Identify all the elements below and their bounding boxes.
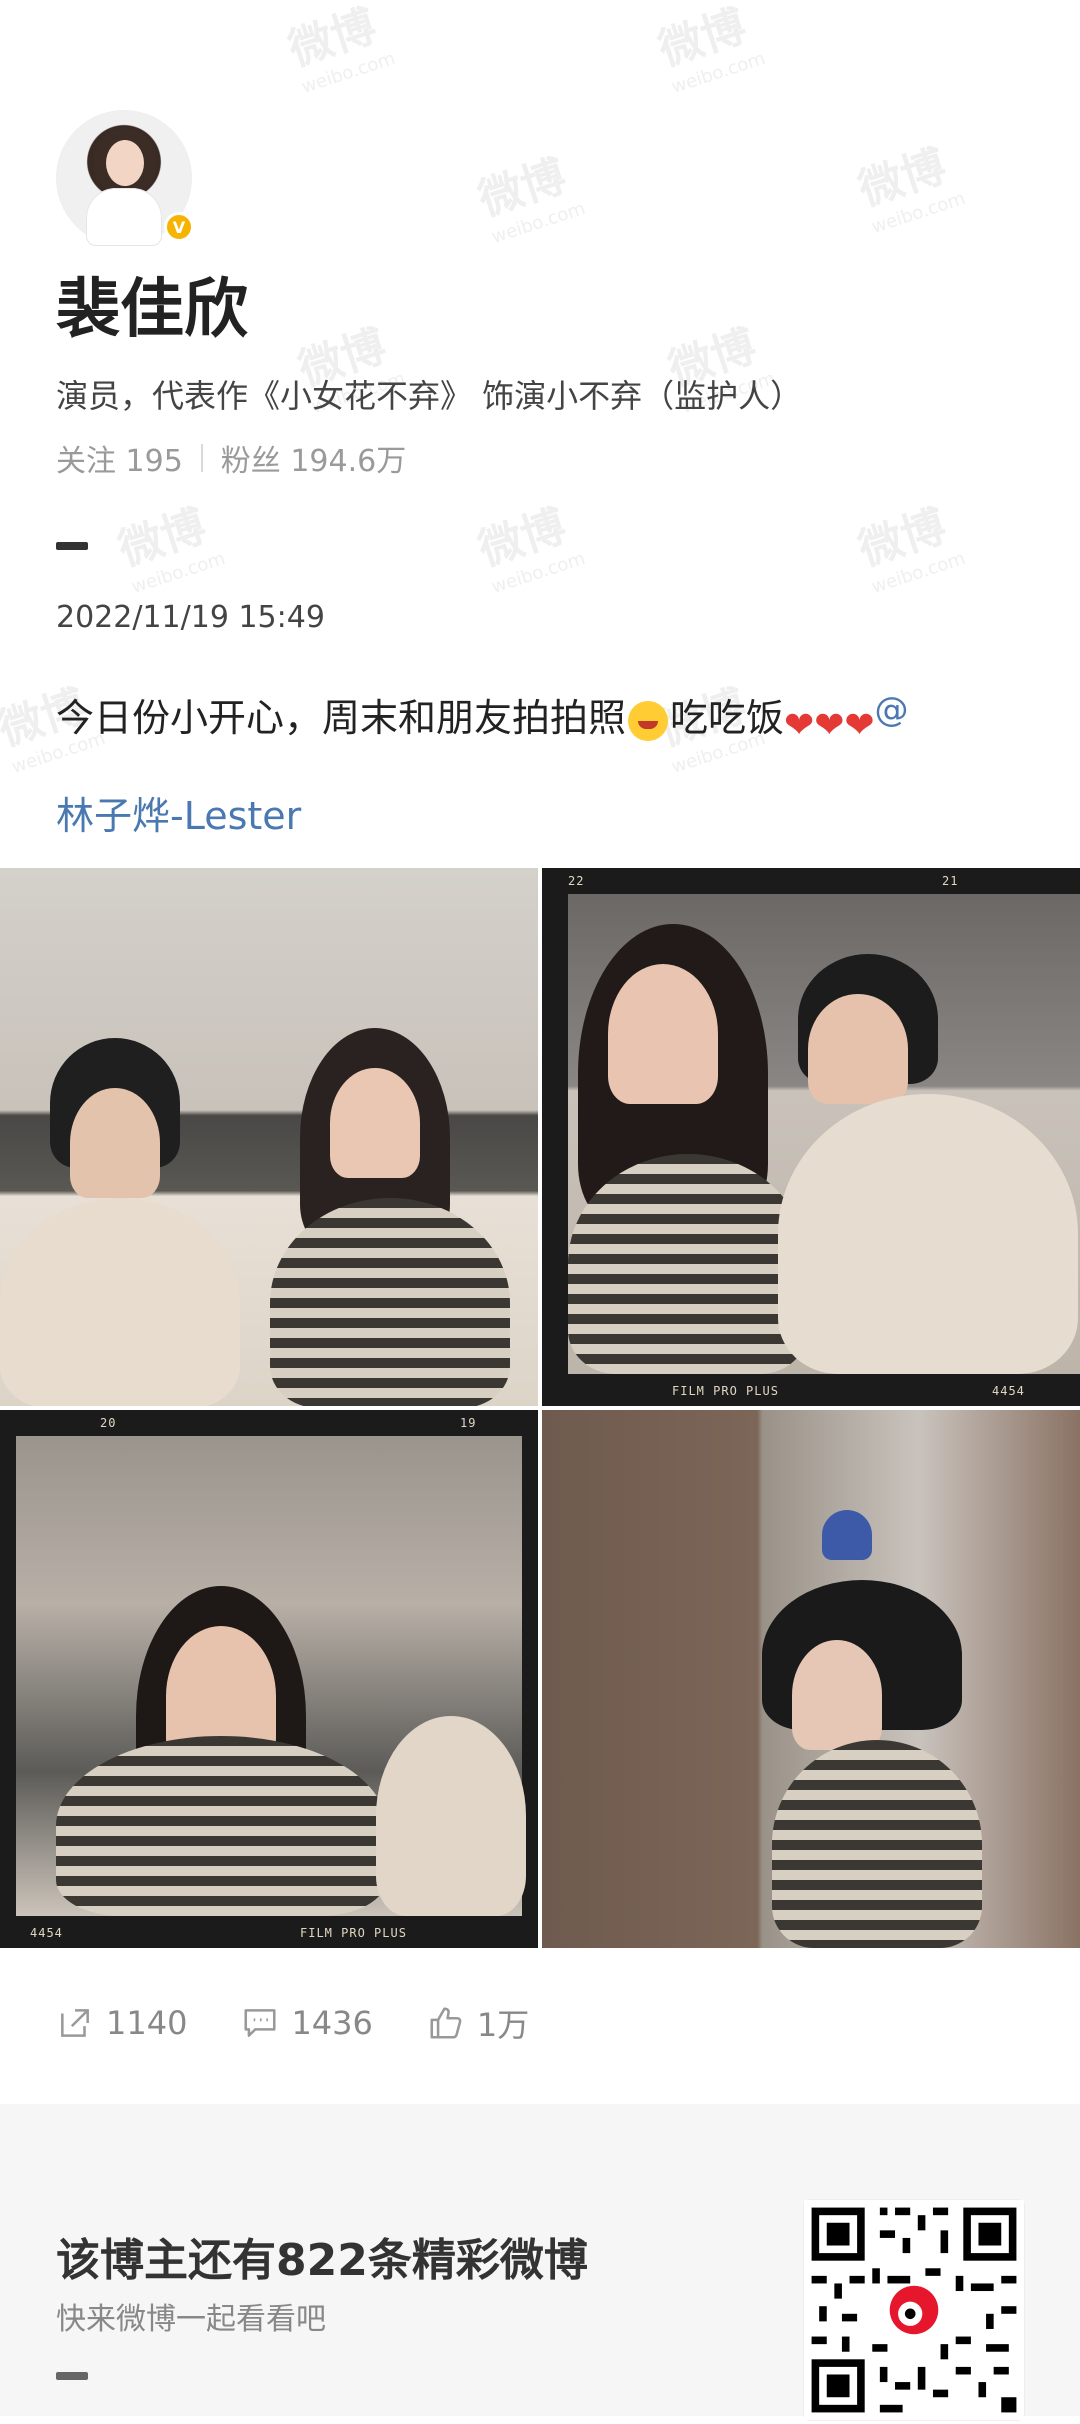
- watermark: 微博 weibo.com: [652, 0, 768, 98]
- post-image-2[interactable]: 22 21 FILM PRO PLUS 4454: [542, 868, 1080, 1406]
- film-brand-label: FILM PRO PLUS: [300, 1926, 407, 1940]
- like-count: 1万: [476, 2006, 530, 2044]
- photo-figure: [70, 1088, 160, 1198]
- weibo-post-page: 微博 weibo.com 微博 weibo.com 微博 weibo.com 微博 we…: [0, 0, 1080, 2420]
- photo-figure: [568, 1154, 808, 1374]
- qr-code[interactable]: [804, 2200, 1024, 2420]
- followers-count[interactable]: 粉丝 194.6万: [221, 436, 406, 480]
- thumb-up-icon: [430, 2007, 462, 2039]
- photo-figure: [772, 1740, 982, 1948]
- promo-subtitle: 快来微博一起看看吧: [56, 2302, 326, 2337]
- photo-figure: [792, 1640, 882, 1750]
- heart-emoji-icon: ❤❤❤: [784, 705, 875, 746]
- photo-figure: [822, 1510, 872, 1560]
- film-frame-number: 21: [942, 874, 959, 888]
- verified-icon: V: [164, 212, 194, 242]
- section-dash: [56, 542, 88, 550]
- photo-frame: [16, 1436, 526, 1916]
- film-frame-number: 20: [100, 1416, 117, 1430]
- film-frame-number: 22: [568, 874, 585, 888]
- profile-header: V 裴佳欣 演员，代表作《小女花不弃》 饰演小不弃（监护人） 关注 195 粉丝…: [56, 110, 1024, 861]
- photo-figure: [778, 1094, 1078, 1374]
- watermark: 微博 weibo.com: [282, 0, 398, 98]
- promo-title: 该博主还有822条精彩微博: [56, 2235, 588, 2286]
- photo-frame: [568, 894, 1080, 1374]
- comment-count: 1436: [291, 2004, 373, 2042]
- film-code-label: 4454: [992, 1384, 1025, 1398]
- photo-figure: [330, 1068, 420, 1178]
- post-image-3[interactable]: 20 19 4454 FILM PRO PLUS: [0, 1410, 538, 1948]
- repost-button[interactable]: 1140: [56, 2004, 187, 2042]
- following-count[interactable]: 关注 195: [56, 436, 183, 480]
- photo-figure: [608, 964, 718, 1104]
- photo-figure: [270, 1198, 510, 1406]
- profile-bio: 演员，代表作《小女花不弃》 饰演小不弃（监护人）: [56, 377, 803, 415]
- comment-button[interactable]: 1436: [241, 2004, 373, 2042]
- stats-divider: [200, 444, 203, 472]
- post-text-part2: 吃吃饭: [670, 696, 785, 740]
- hug-emoji-icon: [628, 701, 669, 741]
- mention-link[interactable]: 林子烨-Lester: [56, 794, 301, 838]
- repost-count: 1140: [106, 2004, 188, 2042]
- post-text-part1: 今日份小开心，周末和朋友拍拍照: [56, 696, 627, 740]
- photo-figure: [56, 1736, 386, 1916]
- at-sign: @: [874, 690, 909, 730]
- post-timestamp: 2022/11/19 15:49: [56, 600, 325, 635]
- post-image-1[interactable]: [0, 868, 538, 1406]
- photo-grid: 22 21 FILM PRO PLUS 4454 20 19 4454 FILM…: [0, 868, 1080, 1948]
- photo-figure: [808, 994, 908, 1104]
- post-image-4[interactable]: [542, 1410, 1080, 1948]
- section-dash: [56, 2372, 88, 2380]
- film-frame-number: 19: [460, 1416, 477, 1430]
- photo-figure: [376, 1716, 526, 1916]
- promo-banner[interactable]: 该博主还有822条精彩微博 快来微博一起看看吧: [0, 2104, 1080, 2420]
- share-icon: [61, 2009, 89, 2037]
- profile-name[interactable]: 裴佳欣: [56, 268, 1024, 352]
- action-bar: 1140 1436 1万: [56, 2000, 529, 2046]
- qr-code-icon: [804, 2200, 1024, 2420]
- avatar[interactable]: V: [56, 110, 194, 246]
- post-text: 今日份小开心，周末和朋友拍拍照 吃吃饭❤❤❤@ 林子烨-Lester: [56, 665, 1024, 861]
- like-button[interactable]: 1万: [427, 2000, 529, 2046]
- comment-icon: [244, 2009, 276, 2037]
- photo-figure: [0, 1198, 240, 1406]
- film-brand-label: FILM PRO PLUS: [672, 1384, 779, 1398]
- profile-stats: 关注 195 粉丝 194.6万: [56, 436, 1024, 480]
- film-code-label: 4454: [30, 1926, 63, 1940]
